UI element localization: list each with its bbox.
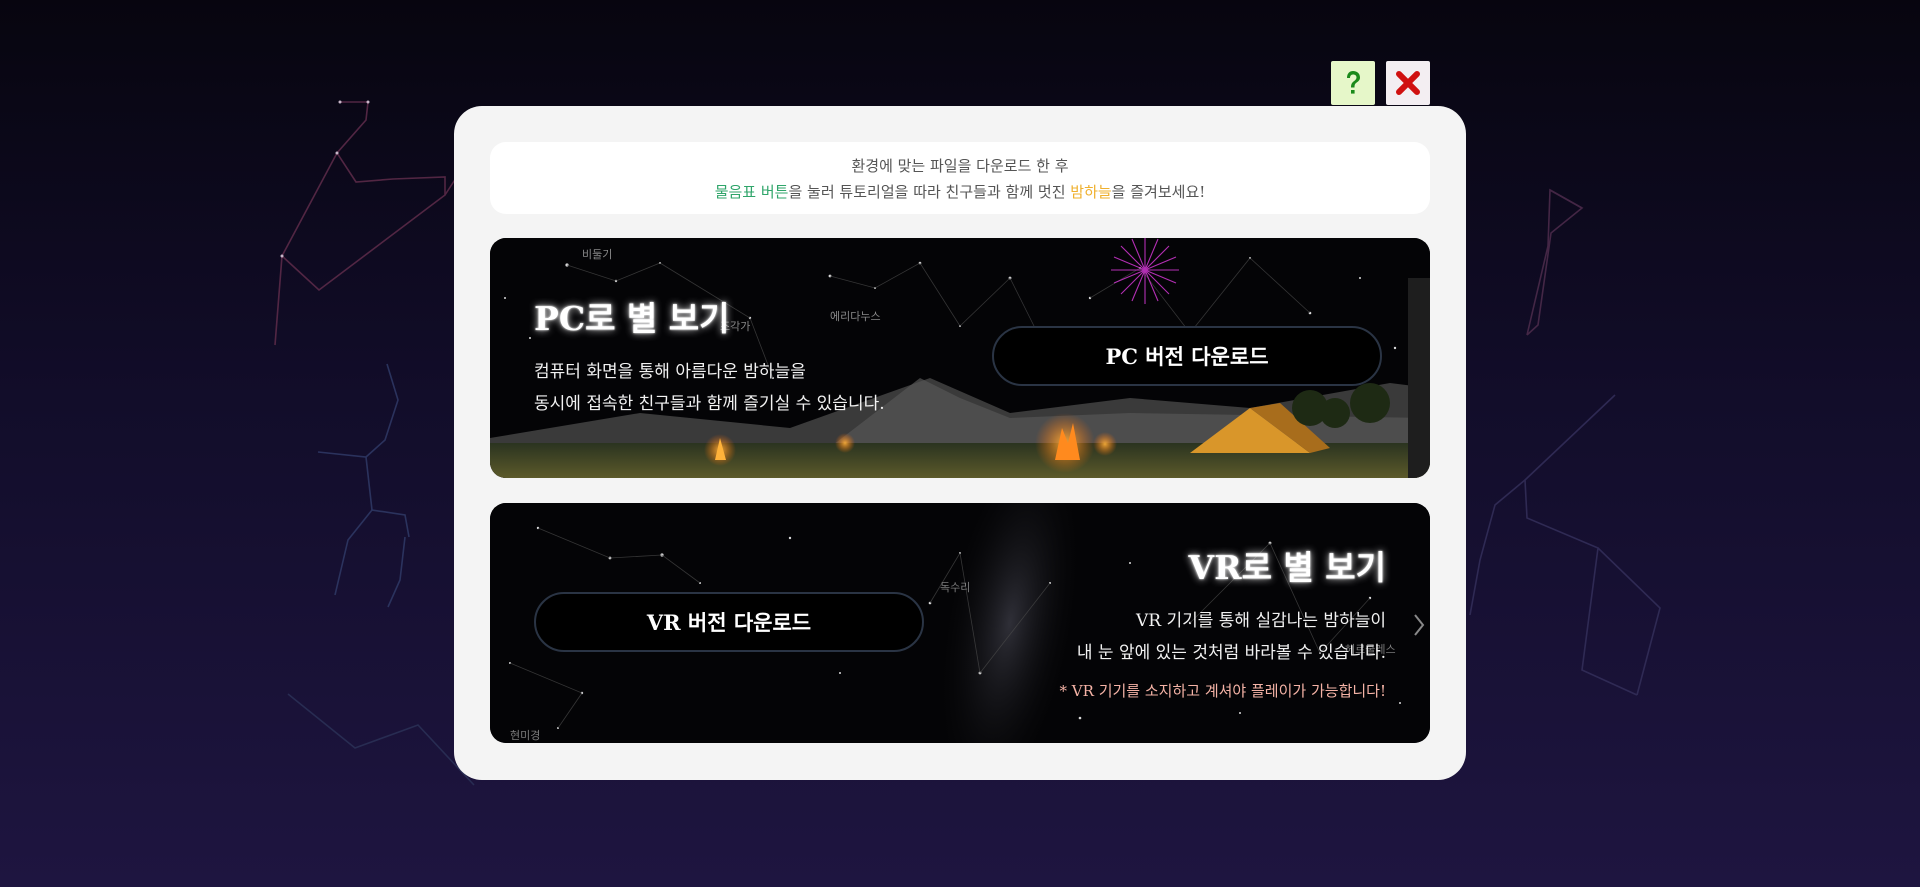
pc-description-line-2: 동시에 접속한 친구들과 함께 즐기실 수 있습니다. (534, 394, 885, 414)
pc-description: 컴퓨터 화면을 통해 아름다운 밤하늘을 동시에 접속한 친구들과 함께 즐기실… (534, 356, 885, 420)
vr-scene-label: 현미경 (510, 729, 540, 742)
pc-scene-label: 비둘기 (582, 248, 612, 261)
pc-card: 비둘기 에리다누스 조각가 PC로 별 보기 컴퓨터 화면을 통해 아름다운 밤… (490, 238, 1430, 478)
notice-help-highlight: 물음표 버튼 (714, 182, 789, 201)
vr-card: 독수리 헤르쿨레스 현미경 VR 버전 다운로드 VR로 별 보기 VR 기기를… (490, 503, 1430, 743)
help-button[interactable] (1331, 61, 1375, 105)
vr-requirement-note: * VR 기기를 소지하고 계셔야 플레이가 가능합니다! (1059, 682, 1386, 700)
close-button[interactable] (1386, 61, 1430, 105)
close-x-icon (1396, 71, 1420, 95)
pc-description-line-1: 컴퓨터 화면을 통해 아름다운 밤하늘을 (534, 362, 806, 382)
pc-download-button[interactable]: PC 버전 다운로드 (992, 326, 1382, 386)
notice-line-1: 환경에 맞는 파일을 다운로드 한 후 (851, 156, 1069, 175)
vr-description-line-2: 내 눈 앞에 있는 것처럼 바라볼 수 있습니다. (1076, 643, 1386, 663)
notice-text-b: 을 즐겨보세요! (1111, 182, 1206, 201)
notice-box: 환경에 맞는 파일을 다운로드 한 후 물음표 버튼을 눌러 튜토리얼을 따라 … (490, 142, 1430, 214)
vr-scene-label: 독수리 (940, 581, 970, 594)
download-modal: 환경에 맞는 파일을 다운로드 한 후 물음표 버튼을 눌러 튜토리얼을 따라 … (454, 106, 1466, 780)
notice-sky-highlight: 밤하늘 (1070, 182, 1112, 201)
vr-title: VR로 별 보기 (1188, 548, 1386, 587)
notice-text-a: 을 눌러 튜토리얼을 따라 친구들과 함께 멋진 (788, 182, 1071, 201)
vr-description: VR 기기를 통해 실감나는 밤하늘이 내 눈 앞에 있는 것처럼 바라볼 수 … (1077, 605, 1386, 669)
question-mark-icon (1347, 71, 1360, 94)
vr-description-line-1: VR 기기를 통해 실감나는 밤하늘이 (1135, 611, 1386, 631)
notice-line-2: 물음표 버튼을 눌러 튜토리얼을 따라 친구들과 함께 멋진 밤하늘을 즐겨보세… (490, 181, 1430, 202)
pc-scene-label: 에리다누스 (830, 310, 881, 323)
pc-title: PC로 별 보기 (534, 299, 730, 338)
vr-download-button[interactable]: VR 버전 다운로드 (534, 592, 924, 652)
